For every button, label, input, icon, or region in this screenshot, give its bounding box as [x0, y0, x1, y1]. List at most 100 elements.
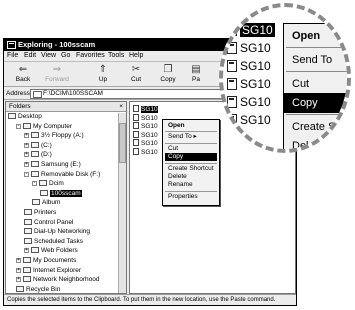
menu-go[interactable]: Go: [61, 52, 70, 59]
expand-toggle-icon[interactable]: +: [16, 267, 21, 273]
folders-scroll-thumb[interactable]: [119, 123, 126, 163]
tree-item[interactable]: + Internet Explorer: [16, 266, 82, 275]
folders-close-icon[interactable]: ×: [119, 102, 123, 111]
file-item[interactable]: SG10: [133, 122, 158, 130]
image-file-icon: [227, 96, 237, 108]
tree-item[interactable]: - Dcim: [32, 180, 64, 188]
tree-item[interactable]: + Network Neighborhood: [16, 276, 99, 284]
expand-toggle-icon[interactable]: +: [24, 142, 29, 148]
zoom-file-item: SG10: [227, 75, 271, 93]
menu-tools[interactable]: Tools: [108, 52, 124, 59]
tree-item[interactable]: 100sscam: [40, 189, 82, 198]
folders-scrollbar[interactable]: [118, 113, 126, 293]
image-file-icon: [133, 122, 139, 129]
zoom-context-menu: Open Send To Cut Copy Create Sh Delete: [283, 23, 347, 152]
folders-pane: Folders × Desktop - My Computer +3½ Floppy …: [5, 101, 127, 294]
expand-toggle-icon[interactable]: +: [24, 162, 29, 167]
tree-item[interactable]: Scheduled Tasks: [24, 237, 84, 246]
context-item-create-shortcut[interactable]: Create Shortcut: [165, 165, 217, 173]
tree-item[interactable]: + (D:): [24, 151, 52, 159]
menu-favorites[interactable]: Favorites: [76, 52, 105, 59]
tree-item[interactable]: - Removable Disk (F:): [24, 170, 101, 179]
expand-toggle-icon[interactable]: -: [16, 123, 21, 129]
tree-item[interactable]: Control Panel: [24, 218, 73, 227]
forward-button[interactable]: ⇒ Forward: [42, 64, 72, 86]
file-item[interactable]: SG10: [133, 130, 158, 139]
tree-item[interactable]: - My Computer: [16, 122, 72, 131]
file-item[interactable]: SG10: [133, 147, 158, 156]
zoom-file-name: SG10: [240, 95, 271, 109]
context-item-properties[interactable]: Properties: [165, 193, 217, 201]
folder-icon: [24, 228, 32, 235]
back-button[interactable]: ⇐ Back: [8, 64, 38, 86]
explorer-window-icon: [7, 41, 16, 49]
expand-toggle-icon[interactable]: -: [32, 181, 37, 187]
tree-item[interactable]: + Samsung (E:): [24, 161, 81, 169]
tree-item-label: Dial-Up Networking: [34, 228, 90, 236]
cut-button[interactable]: ✂ Cut: [121, 64, 151, 86]
copy-icon: ❐: [163, 64, 173, 75]
tree-item[interactable]: Dial-Up Networking: [24, 228, 90, 236]
context-item-cut[interactable]: Cut: [165, 145, 217, 153]
menu-edit[interactable]: Edit: [24, 52, 36, 59]
zoom-menu-separator: [286, 114, 347, 115]
back-arrow-icon: ⇐: [18, 64, 28, 75]
folder-icon: [24, 218, 32, 225]
context-item-send-to[interactable]: Send To ▸: [165, 133, 217, 141]
tree-item-label: 100sscam: [50, 189, 82, 197]
tree-item[interactable]: Desktop: [8, 113, 42, 121]
tree-item-label: Removable Disk (F:): [41, 170, 101, 178]
tree-item-label: Desktop: [18, 113, 42, 120]
up-button[interactable]: ⇑ Up: [88, 64, 118, 86]
folder-icon: [31, 132, 39, 139]
tree-item[interactable]: +3½ Floppy (A:): [24, 132, 84, 140]
expand-toggle-icon[interactable]: -: [24, 171, 29, 177]
tree-item[interactable]: + (C:): [24, 141, 52, 150]
expand-toggle-icon[interactable]: +: [16, 258, 21, 263]
tree-item[interactable]: Album: [32, 199, 60, 207]
expand-toggle-icon[interactable]: +: [24, 133, 29, 139]
context-item-copy[interactable]: Copy: [165, 153, 217, 162]
tree-item-label: Web Folders: [41, 247, 78, 255]
cut-label: Cut: [130, 76, 142, 83]
tree-item[interactable]: + Web Folders: [24, 247, 78, 255]
tree-item-label: Album: [42, 199, 61, 207]
folder-icon: [39, 180, 47, 187]
menu-help[interactable]: Help: [129, 52, 143, 59]
tree-item[interactable]: Recycle Bin: [16, 285, 60, 294]
zoom-file-item: SG10: [227, 111, 271, 129]
forward-label: Forward: [45, 76, 69, 83]
zoom-menu-item-send-to: Send To: [292, 54, 333, 66]
address-label: Address: [6, 90, 30, 97]
tree-item[interactable]: + My Documents: [16, 257, 76, 265]
context-item-delete[interactable]: Delete: [165, 173, 217, 181]
paste-icon: ▤: [191, 64, 201, 75]
zoom-file-name: SG10: [240, 23, 275, 37]
context-item-rename[interactable]: Rename: [165, 181, 217, 189]
expand-toggle-icon[interactable]: +: [24, 152, 29, 158]
image-file-icon: [227, 78, 237, 90]
folder-icon: [31, 151, 39, 158]
copy-button[interactable]: ❐ Copy: [153, 64, 183, 86]
context-item-open[interactable]: Open: [165, 122, 217, 130]
expand-toggle-icon[interactable]: +: [16, 277, 21, 283]
expand-toggle-icon[interactable]: +: [24, 248, 29, 254]
status-bar: Copies the selected items to the Clipboa…: [4, 294, 296, 305]
file-item[interactable]: SG10: [133, 139, 158, 147]
tree-item-label: Scheduled Tasks: [34, 237, 84, 245]
file-name: SG10: [141, 148, 158, 156]
paste-button[interactable]: ▤ Pa: [185, 64, 207, 86]
menu-separator: [165, 190, 217, 192]
tree-item-label: Internet Explorer: [33, 266, 82, 274]
tree-item[interactable]: Printers: [24, 209, 56, 217]
menu-file[interactable]: File: [7, 52, 18, 59]
file-name: SG10: [141, 106, 158, 113]
file-item[interactable]: SG10: [133, 113, 158, 122]
image-file-icon: [133, 130, 139, 138]
zoom-menu-item-open: Open: [292, 30, 321, 42]
copy-label: Copy: [160, 76, 176, 83]
file-item[interactable]: SG10: [133, 105, 158, 113]
menu-view[interactable]: View: [41, 52, 56, 59]
zoom-menu-item-delete: Delete: [292, 140, 324, 152]
menu-separator: [165, 142, 217, 144]
